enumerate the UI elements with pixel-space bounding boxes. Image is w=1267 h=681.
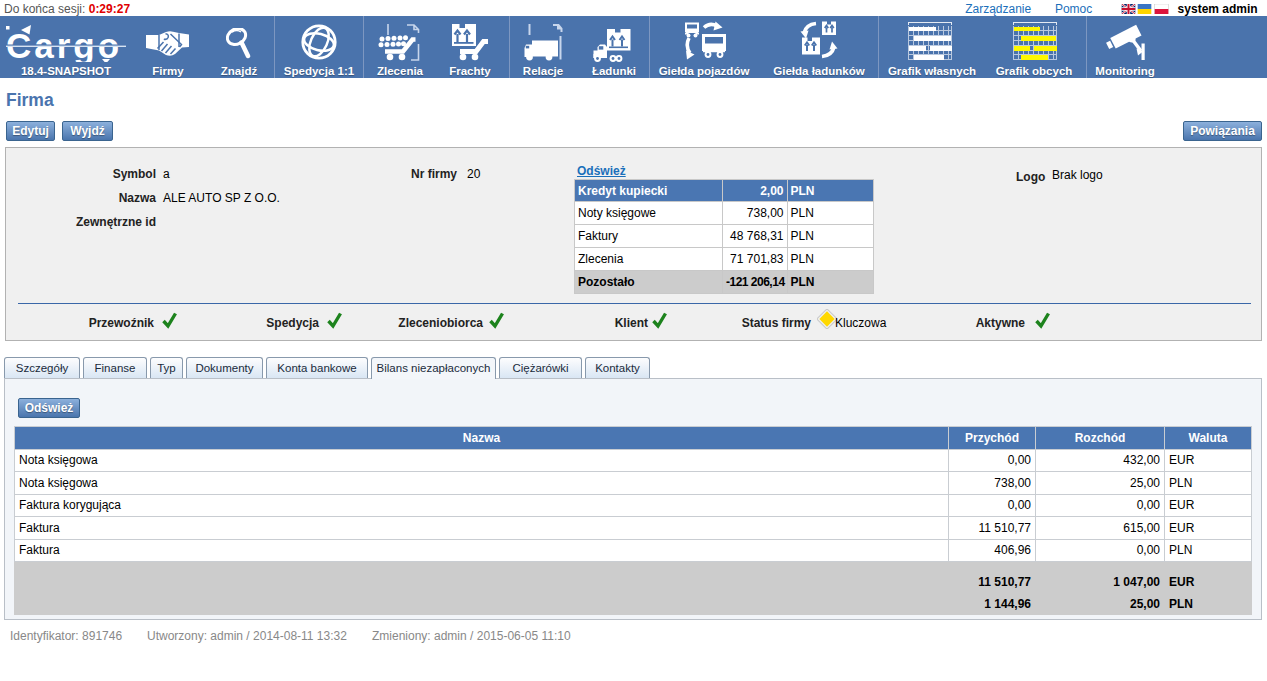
svg-text:Cargo: Cargo xyxy=(6,26,122,62)
